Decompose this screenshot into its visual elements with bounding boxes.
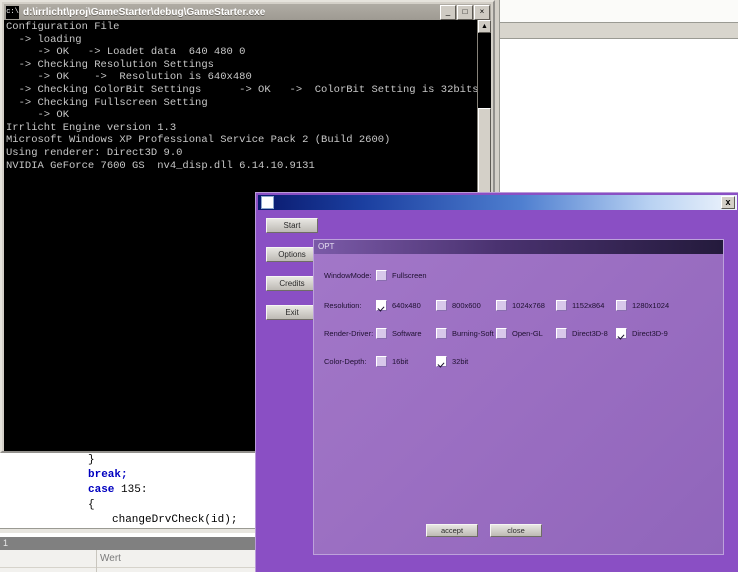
ide-toolbar-strip xyxy=(498,0,738,23)
code-line: break; xyxy=(88,469,128,481)
watch-row-number: 1 xyxy=(0,537,258,550)
option-row: WindowMode: Fullscreen xyxy=(314,266,723,284)
options-panel-header: OPT xyxy=(314,240,723,254)
option-640x480[interactable]: 640x480 xyxy=(376,299,421,311)
code-line: { xyxy=(88,499,95,511)
watch-columns: Wert xyxy=(0,550,258,572)
scrollbar-track[interactable] xyxy=(478,33,491,108)
menu-button-credits[interactable]: Credits xyxy=(266,276,318,291)
app-icon xyxy=(261,196,274,209)
console-titlebar[interactable]: c:\ d:\irrlicht\proj\GameStarter\debug\G… xyxy=(4,4,491,20)
console-icon: c:\ xyxy=(6,5,19,19)
watch-panel[interactable]: 1 Wert xyxy=(0,533,263,572)
close-button[interactable]: × xyxy=(474,4,490,20)
option-row-label: Render-Driver: xyxy=(324,328,374,338)
options-dialog[interactable]: x Start Options Credits Exit OPT WindowMode… xyxy=(255,192,738,572)
code-editor[interactable]: } break; case 135: { changeDrvCheck(id); xyxy=(0,453,263,528)
option-burning-soft[interactable]: Burning-Soft xyxy=(436,327,494,339)
option-label: 32bit xyxy=(452,356,469,366)
option-32bit[interactable]: 32bit xyxy=(436,355,469,367)
option-open-gl[interactable]: Open-GL xyxy=(496,327,543,339)
option-label: Fullscreen xyxy=(392,270,427,280)
option-800x600[interactable]: 800x600 xyxy=(436,299,481,311)
option-label: 1280x1024 xyxy=(632,300,670,310)
code-line: } xyxy=(88,454,95,466)
option-label: 800x600 xyxy=(452,300,481,310)
option-1280x1024[interactable]: 1280x1024 xyxy=(616,299,670,311)
checkbox-checked-icon[interactable] xyxy=(436,355,447,367)
option-row-label: Resolution: xyxy=(324,300,362,310)
dialog-close-button[interactable]: x xyxy=(721,196,735,209)
accept-button[interactable]: accept xyxy=(426,524,478,537)
menu-button-start[interactable]: Start xyxy=(266,218,318,233)
option-fullscreen[interactable]: Fullscreen xyxy=(376,269,427,281)
option-row: Color-Depth: 16bit 32bit xyxy=(314,352,723,370)
checkbox-unchecked-icon[interactable] xyxy=(376,355,387,367)
option-row: Resolution: 640x480 800x600 1024x768 1152x86… xyxy=(314,296,723,314)
options-panel: OPT WindowMode: Fullscreen Resolution: 640x… xyxy=(313,239,724,555)
checkbox-checked-icon[interactable] xyxy=(376,299,387,311)
option-1152x864[interactable]: 1152x864 xyxy=(556,299,605,311)
watch-column-divider[interactable] xyxy=(96,550,97,572)
checkbox-unchecked-icon[interactable] xyxy=(376,327,387,339)
console-output: Configuration File -> loading -> OK -> L… xyxy=(6,21,479,172)
checkbox-unchecked-icon[interactable] xyxy=(556,327,567,339)
option-16bit[interactable]: 16bit xyxy=(376,355,409,367)
checkbox-unchecked-icon[interactable] xyxy=(376,269,387,281)
checkbox-checked-icon[interactable] xyxy=(616,327,627,339)
watch-value-column-header: Wert xyxy=(100,553,121,564)
option-row: Render-Driver: Software Burning-Soft Open-G… xyxy=(314,324,723,342)
dialog-titlebar[interactable]: x xyxy=(258,195,737,210)
option-label: Direct3D-8 xyxy=(572,328,608,338)
checkbox-unchecked-icon[interactable] xyxy=(436,299,447,311)
option-row-label: WindowMode: xyxy=(324,270,372,280)
code-line: changeDrvCheck(id); xyxy=(112,514,238,526)
option-label: 1152x864 xyxy=(572,300,605,310)
checkbox-unchecked-icon[interactable] xyxy=(616,299,627,311)
option-label: Software xyxy=(392,328,422,338)
option-label: Direct3D-9 xyxy=(632,328,668,338)
option-label: 16bit xyxy=(392,356,409,366)
option-label: Open-GL xyxy=(512,328,543,338)
checkbox-unchecked-icon[interactable] xyxy=(496,299,507,311)
scroll-up-icon[interactable]: ▲ xyxy=(478,20,491,33)
code-line: case 135: xyxy=(88,484,148,496)
menu-button-exit[interactable]: Exit xyxy=(266,305,318,320)
menu-button-options[interactable]: Options xyxy=(266,247,318,262)
checkbox-unchecked-icon[interactable] xyxy=(556,299,567,311)
option-label: Burning-Soft xyxy=(452,328,494,338)
option-direct3d-9[interactable]: Direct3D-9 xyxy=(616,327,668,339)
console-title: d:\irrlicht\proj\GameStarter\debug\GameS… xyxy=(23,6,266,18)
checkbox-unchecked-icon[interactable] xyxy=(496,327,507,339)
option-row-label: Color-Depth: xyxy=(324,356,367,366)
option-label: 640x480 xyxy=(392,300,421,310)
option-software[interactable]: Software xyxy=(376,327,422,339)
option-label: 1024x768 xyxy=(512,300,545,310)
close-dialog-button[interactable]: close xyxy=(490,524,542,537)
watch-divider xyxy=(0,567,258,568)
checkbox-unchecked-icon[interactable] xyxy=(436,327,447,339)
option-1024x768[interactable]: 1024x768 xyxy=(496,299,545,311)
code-lines: } break; case 135: { changeDrvCheck(id); xyxy=(0,453,262,528)
minimize-button[interactable]: _ xyxy=(440,4,456,20)
option-direct3d-8[interactable]: Direct3D-8 xyxy=(556,327,608,339)
maximize-button[interactable]: □ xyxy=(457,4,473,20)
